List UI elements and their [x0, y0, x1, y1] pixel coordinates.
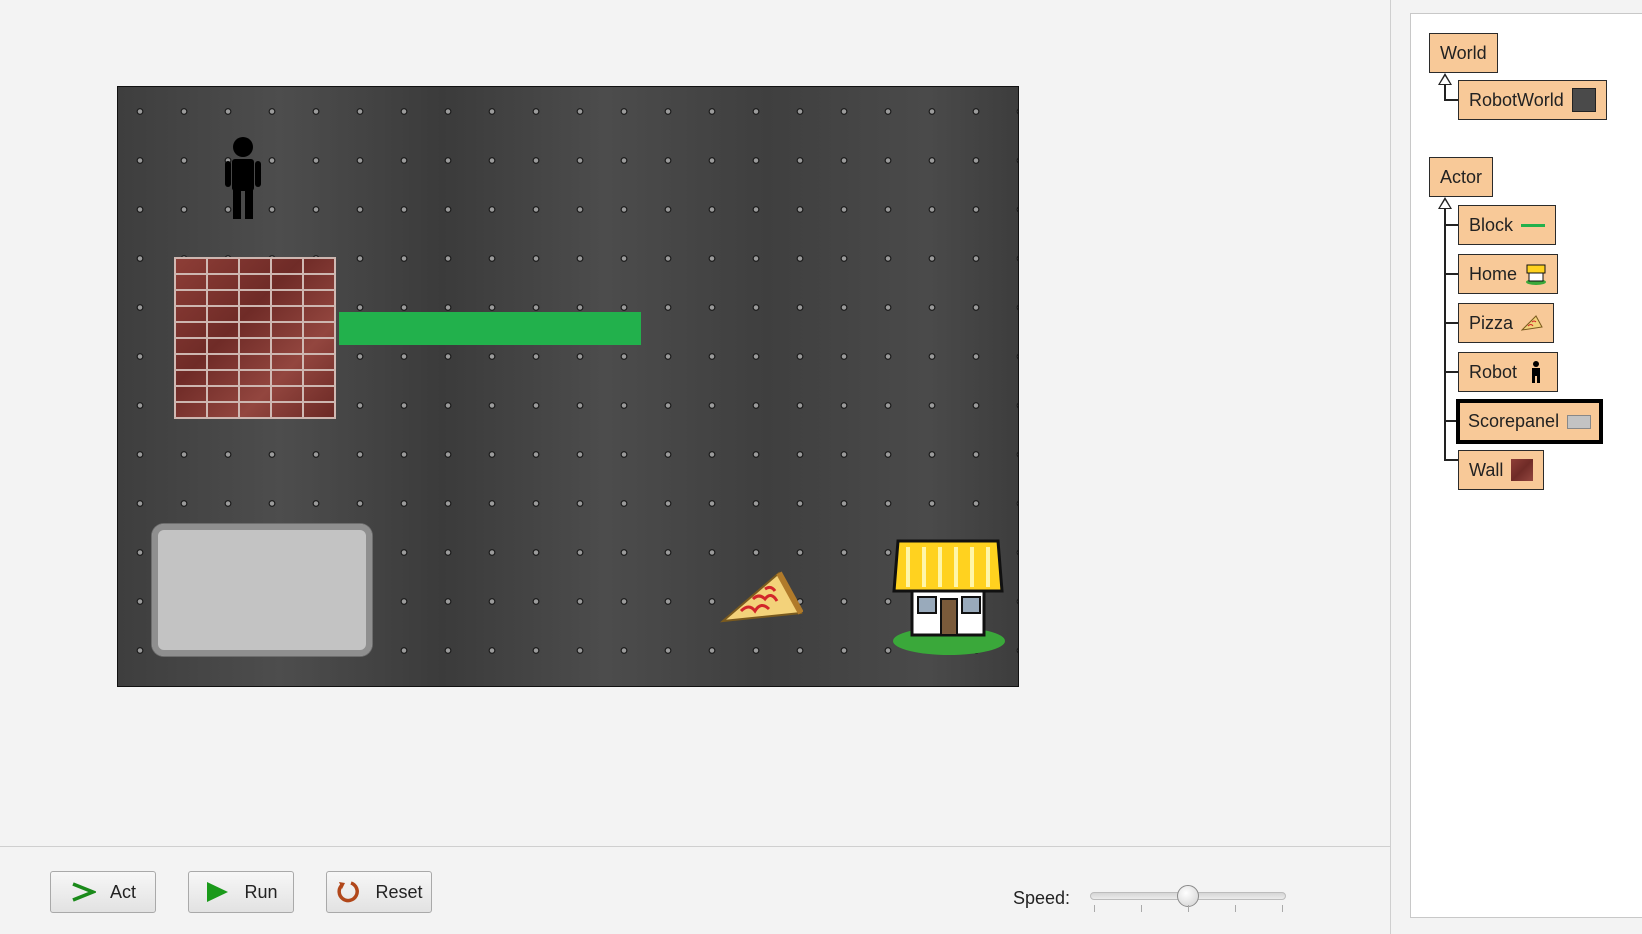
block-actor[interactable] [339, 312, 641, 345]
class-label: Pizza [1469, 312, 1514, 333]
home-thumbnail-icon [1526, 264, 1547, 285]
scorepanel-thumbnail-icon [1567, 414, 1592, 429]
class-pizza[interactable]: Pizza [1458, 303, 1555, 343]
slider-tick [1235, 905, 1236, 912]
class-wall[interactable]: Wall [1458, 450, 1545, 490]
play-icon [207, 882, 229, 902]
class-label: Home [1469, 263, 1518, 284]
class-home[interactable]: Home [1458, 254, 1559, 294]
tree-line [1444, 224, 1458, 226]
class-label: Actor [1440, 166, 1483, 187]
divider [0, 846, 1390, 847]
world-canvas[interactable] [117, 86, 1019, 687]
robot-icon[interactable] [223, 137, 263, 219]
tree-line [1444, 273, 1458, 275]
slider-tick [1141, 905, 1142, 912]
class-block[interactable]: Block [1458, 205, 1557, 245]
tree-line [1444, 459, 1458, 461]
class-scorepanel[interactable]: Scorepanel [1456, 399, 1604, 444]
reset-label: Reset [375, 881, 423, 902]
reset-icon [337, 881, 360, 903]
run-button[interactable]: Run [188, 871, 294, 913]
tree-line [1444, 85, 1446, 100]
class-actor[interactable]: Actor [1429, 157, 1494, 197]
slider-tick [1094, 905, 1095, 912]
class-label: Block [1469, 214, 1514, 235]
divider [1390, 0, 1391, 934]
class-robot[interactable]: Robot [1458, 352, 1559, 392]
class-label: Robot [1469, 361, 1518, 382]
block-thumbnail-icon [1521, 223, 1546, 227]
class-label: RobotWorld [1469, 89, 1564, 110]
tree-line [1444, 209, 1446, 460]
tree-line [1444, 99, 1458, 101]
inheritance-arrow-icon [1438, 197, 1452, 209]
home-icon[interactable] [890, 539, 1008, 657]
act-button[interactable]: Act [50, 871, 156, 913]
wall-actor[interactable] [174, 257, 336, 419]
act-label: Act [109, 881, 136, 902]
pizza-icon[interactable] [719, 569, 803, 627]
robot-thumbnail-icon [1532, 361, 1541, 383]
class-diagram-panel: World RobotWorld Actor Block Home Pizza [1410, 13, 1642, 918]
scorepanel-actor[interactable] [152, 524, 372, 656]
run-label: Run [244, 881, 278, 902]
reset-button[interactable]: Reset [326, 871, 432, 913]
tree-line [1444, 371, 1458, 373]
speed-label: Speed: [1013, 888, 1071, 908]
tree-line [1444, 322, 1458, 324]
robotworld-thumbnail-icon [1571, 88, 1596, 112]
class-robotworld[interactable]: RobotWorld [1458, 80, 1607, 120]
class-label: World [1440, 42, 1487, 63]
slider-tick [1188, 905, 1189, 912]
pizza-thumbnail-icon [1521, 315, 1543, 331]
class-world[interactable]: World [1429, 33, 1498, 73]
wall-thumbnail-icon [1511, 459, 1534, 481]
slider-tick [1282, 905, 1283, 912]
inheritance-arrow-icon [1438, 73, 1452, 85]
class-label: Wall [1469, 459, 1504, 480]
speed-slider-thumb[interactable] [1177, 885, 1199, 907]
class-label: Scorepanel [1468, 411, 1560, 431]
step-arrow-icon [72, 882, 96, 902]
